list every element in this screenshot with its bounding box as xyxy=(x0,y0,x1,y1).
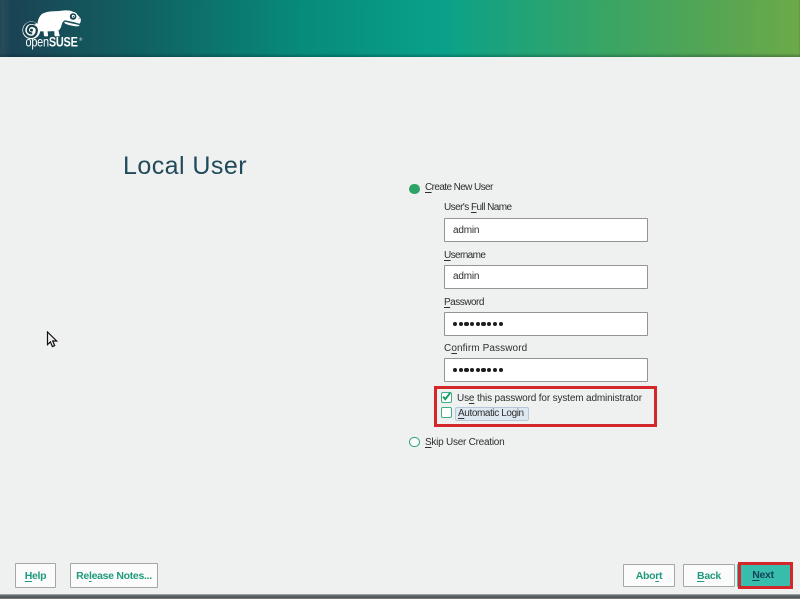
svg-text:openSUSE: openSUSE xyxy=(26,34,78,50)
svg-text:®: ® xyxy=(79,36,83,42)
